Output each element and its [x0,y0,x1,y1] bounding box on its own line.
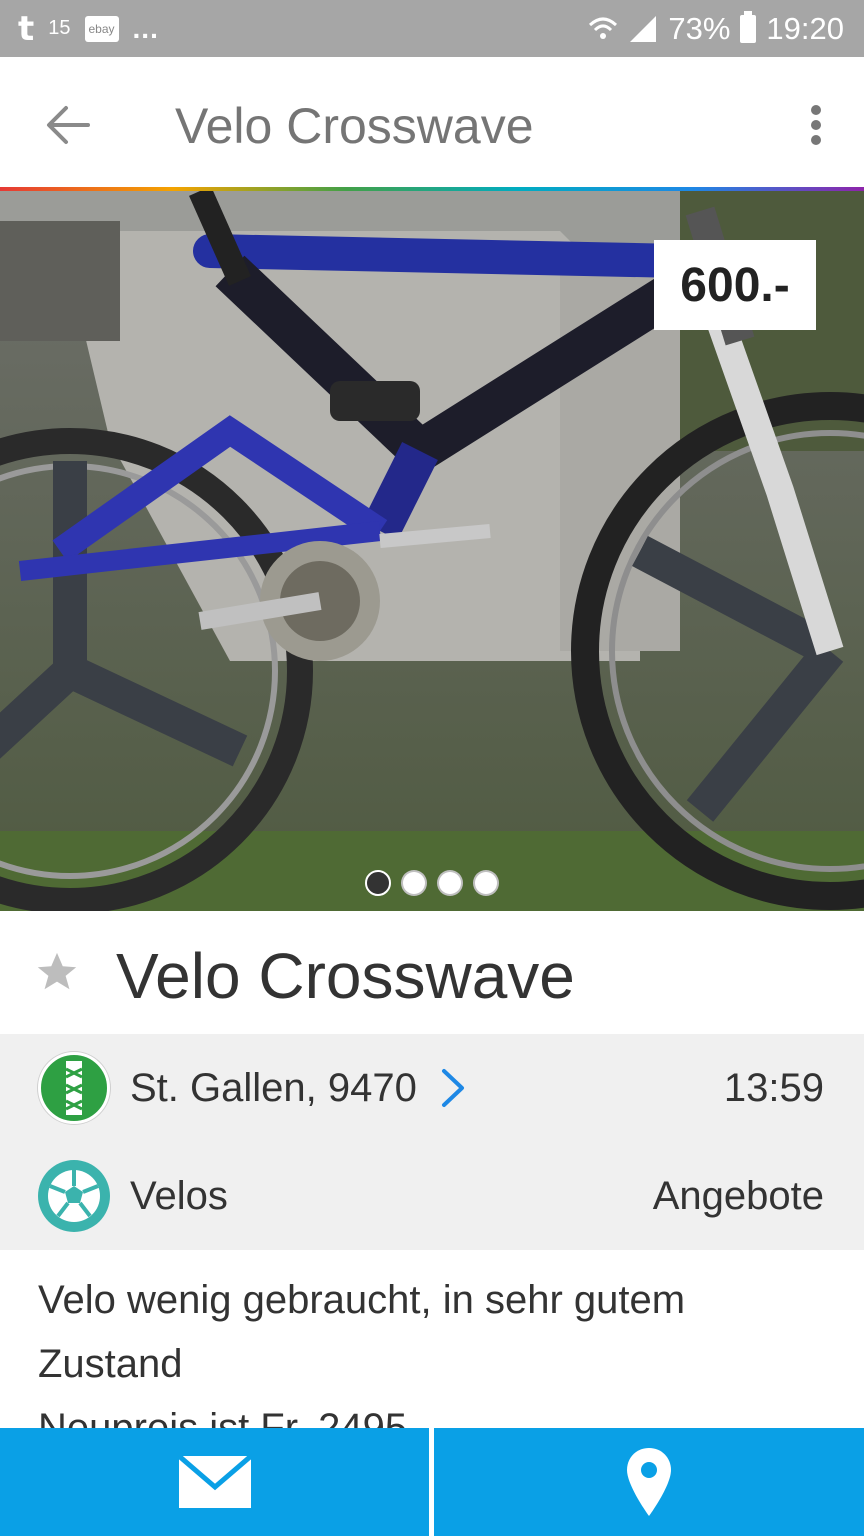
status-bar-notifications: t 15 ebay ... [18,0,159,57]
price-badge: 600.- [654,240,816,330]
listing-title: Velo Crosswave [116,940,575,1012]
location-text: St. Gallen, 9470 [130,1066,417,1110]
back-button[interactable] [28,93,108,157]
bottom-action-bar [0,1428,864,1536]
ebay-notification-icon: ebay [84,15,119,42]
category-row: Velos Angebote [0,1142,864,1250]
more-notifications-indicator: ... [132,12,159,44]
description-line: Zustand [38,1342,183,1386]
description-line: Velo wenig gebraucht, in sehr gutem [38,1278,686,1322]
map-pin-icon [627,1448,671,1516]
mail-icon [177,1455,252,1508]
listing-photo[interactable]: 600.- [0,191,864,911]
wifi-icon [589,17,618,39]
listing-type: Angebote [652,1174,824,1218]
status-bar-system: 73% 19:20 [588,0,844,57]
battery-icon [740,10,757,43]
show-on-map-button[interactable] [434,1428,864,1536]
posted-time: 13:59 [723,1066,824,1110]
pager-dot[interactable] [401,870,427,896]
pager-dot[interactable] [437,870,463,896]
app-bar: Velo Crosswave [0,57,864,190]
contact-seller-button[interactable] [0,1428,429,1536]
arrow-back-icon [47,106,90,144]
category-text: Velos [130,1174,228,1218]
signal-icon [630,15,657,42]
more-vert-icon [811,105,821,145]
pager-dot[interactable] [473,870,499,896]
chevron-right-icon[interactable] [440,1068,466,1108]
notification-count: 15 [48,17,71,39]
status-bar: t 15 ebay ... 73% 19:20 [0,0,864,57]
location-row[interactable]: St. Gallen, 9470 13:59 [0,1034,864,1142]
canton-flag-icon [38,1052,110,1124]
pager-dot[interactable] [365,870,391,896]
battery-percent: 73% [668,10,731,46]
tumblr-notification-icon: t [18,8,35,49]
page-title: Velo Crosswave [175,98,534,154]
overflow-menu-button[interactable] [786,93,846,157]
photo-pager [0,870,864,896]
star-icon[interactable] [34,949,80,995]
soccer-ball-icon [38,1160,110,1232]
status-time: 19:20 [766,10,844,46]
listing-title-row: Velo Crosswave [0,911,864,1034]
listing-info: St. Gallen, 9470 13:59 Velos Angebote [0,1034,864,1250]
